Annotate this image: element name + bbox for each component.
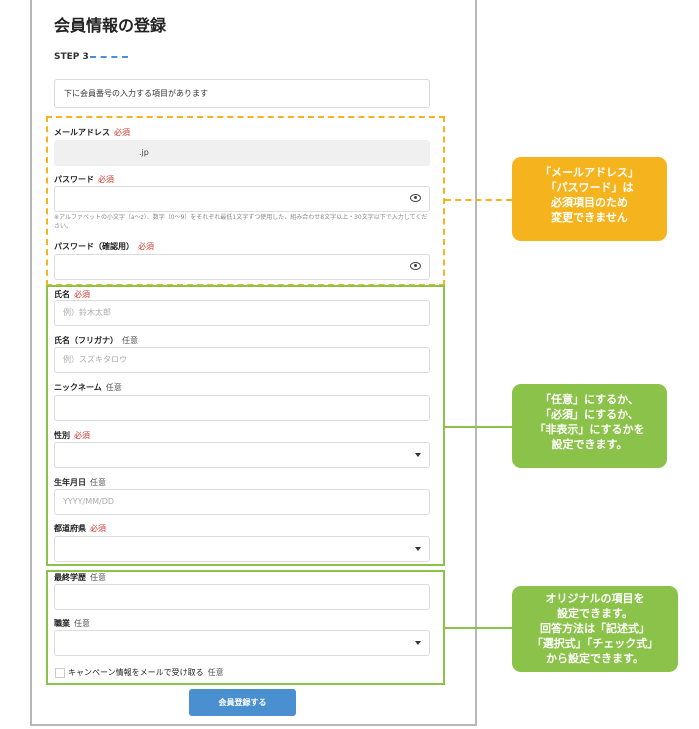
fixed-fields-frame <box>46 116 445 286</box>
custom-fields-callout: オリジナルの項目を 設定できます。 回答方法は「記述式」 「選択式」「チェック式… <box>512 586 678 672</box>
connector-line-green <box>445 627 512 629</box>
callout-line: オリジナルの項目を <box>545 592 645 605</box>
step-indicator: STEP 3 <box>54 52 89 62</box>
callout-line: 「非表示」にするかを <box>534 423 645 436</box>
callout-line: から設定できます。 <box>546 652 644 665</box>
callout-line: 変更できません <box>551 211 628 224</box>
submit-button[interactable]: 会員登録する <box>189 689 296 716</box>
callout-line: 設定できます。 <box>557 607 633 620</box>
callout-line: 「必須」にするか、 <box>540 408 639 421</box>
callout-line: 「パスワード」は <box>545 181 634 194</box>
fixed-fields-callout: 「メールアドレス」 「パスワード」は 必須項目のため 変更できません <box>512 157 667 241</box>
step-progress-line <box>90 56 128 58</box>
callout-line: 「任意」にするか、 <box>540 393 639 406</box>
configurable-fields-callout: 「任意」にするか、 「必須」にするか、 「非表示」にするかを 設定できます。 <box>512 384 667 468</box>
notice-box: 下に会員番号の入力する項目があります <box>54 79 430 108</box>
page-title: 会員情報の登録 <box>54 16 167 35</box>
callout-line: 「選択式」「チェック式」 <box>531 637 659 650</box>
configurable-fields-frame <box>46 285 445 566</box>
connector-line-green <box>445 426 512 428</box>
custom-fields-frame <box>46 570 445 685</box>
connector-line-orange <box>445 199 512 201</box>
callout-line: 「メールアドレス」 <box>540 166 639 179</box>
callout-line: 設定できます。 <box>551 438 628 451</box>
callout-line: 必須項目のため <box>551 196 628 209</box>
callout-line: 回答方法は「記述式」 <box>540 622 650 635</box>
